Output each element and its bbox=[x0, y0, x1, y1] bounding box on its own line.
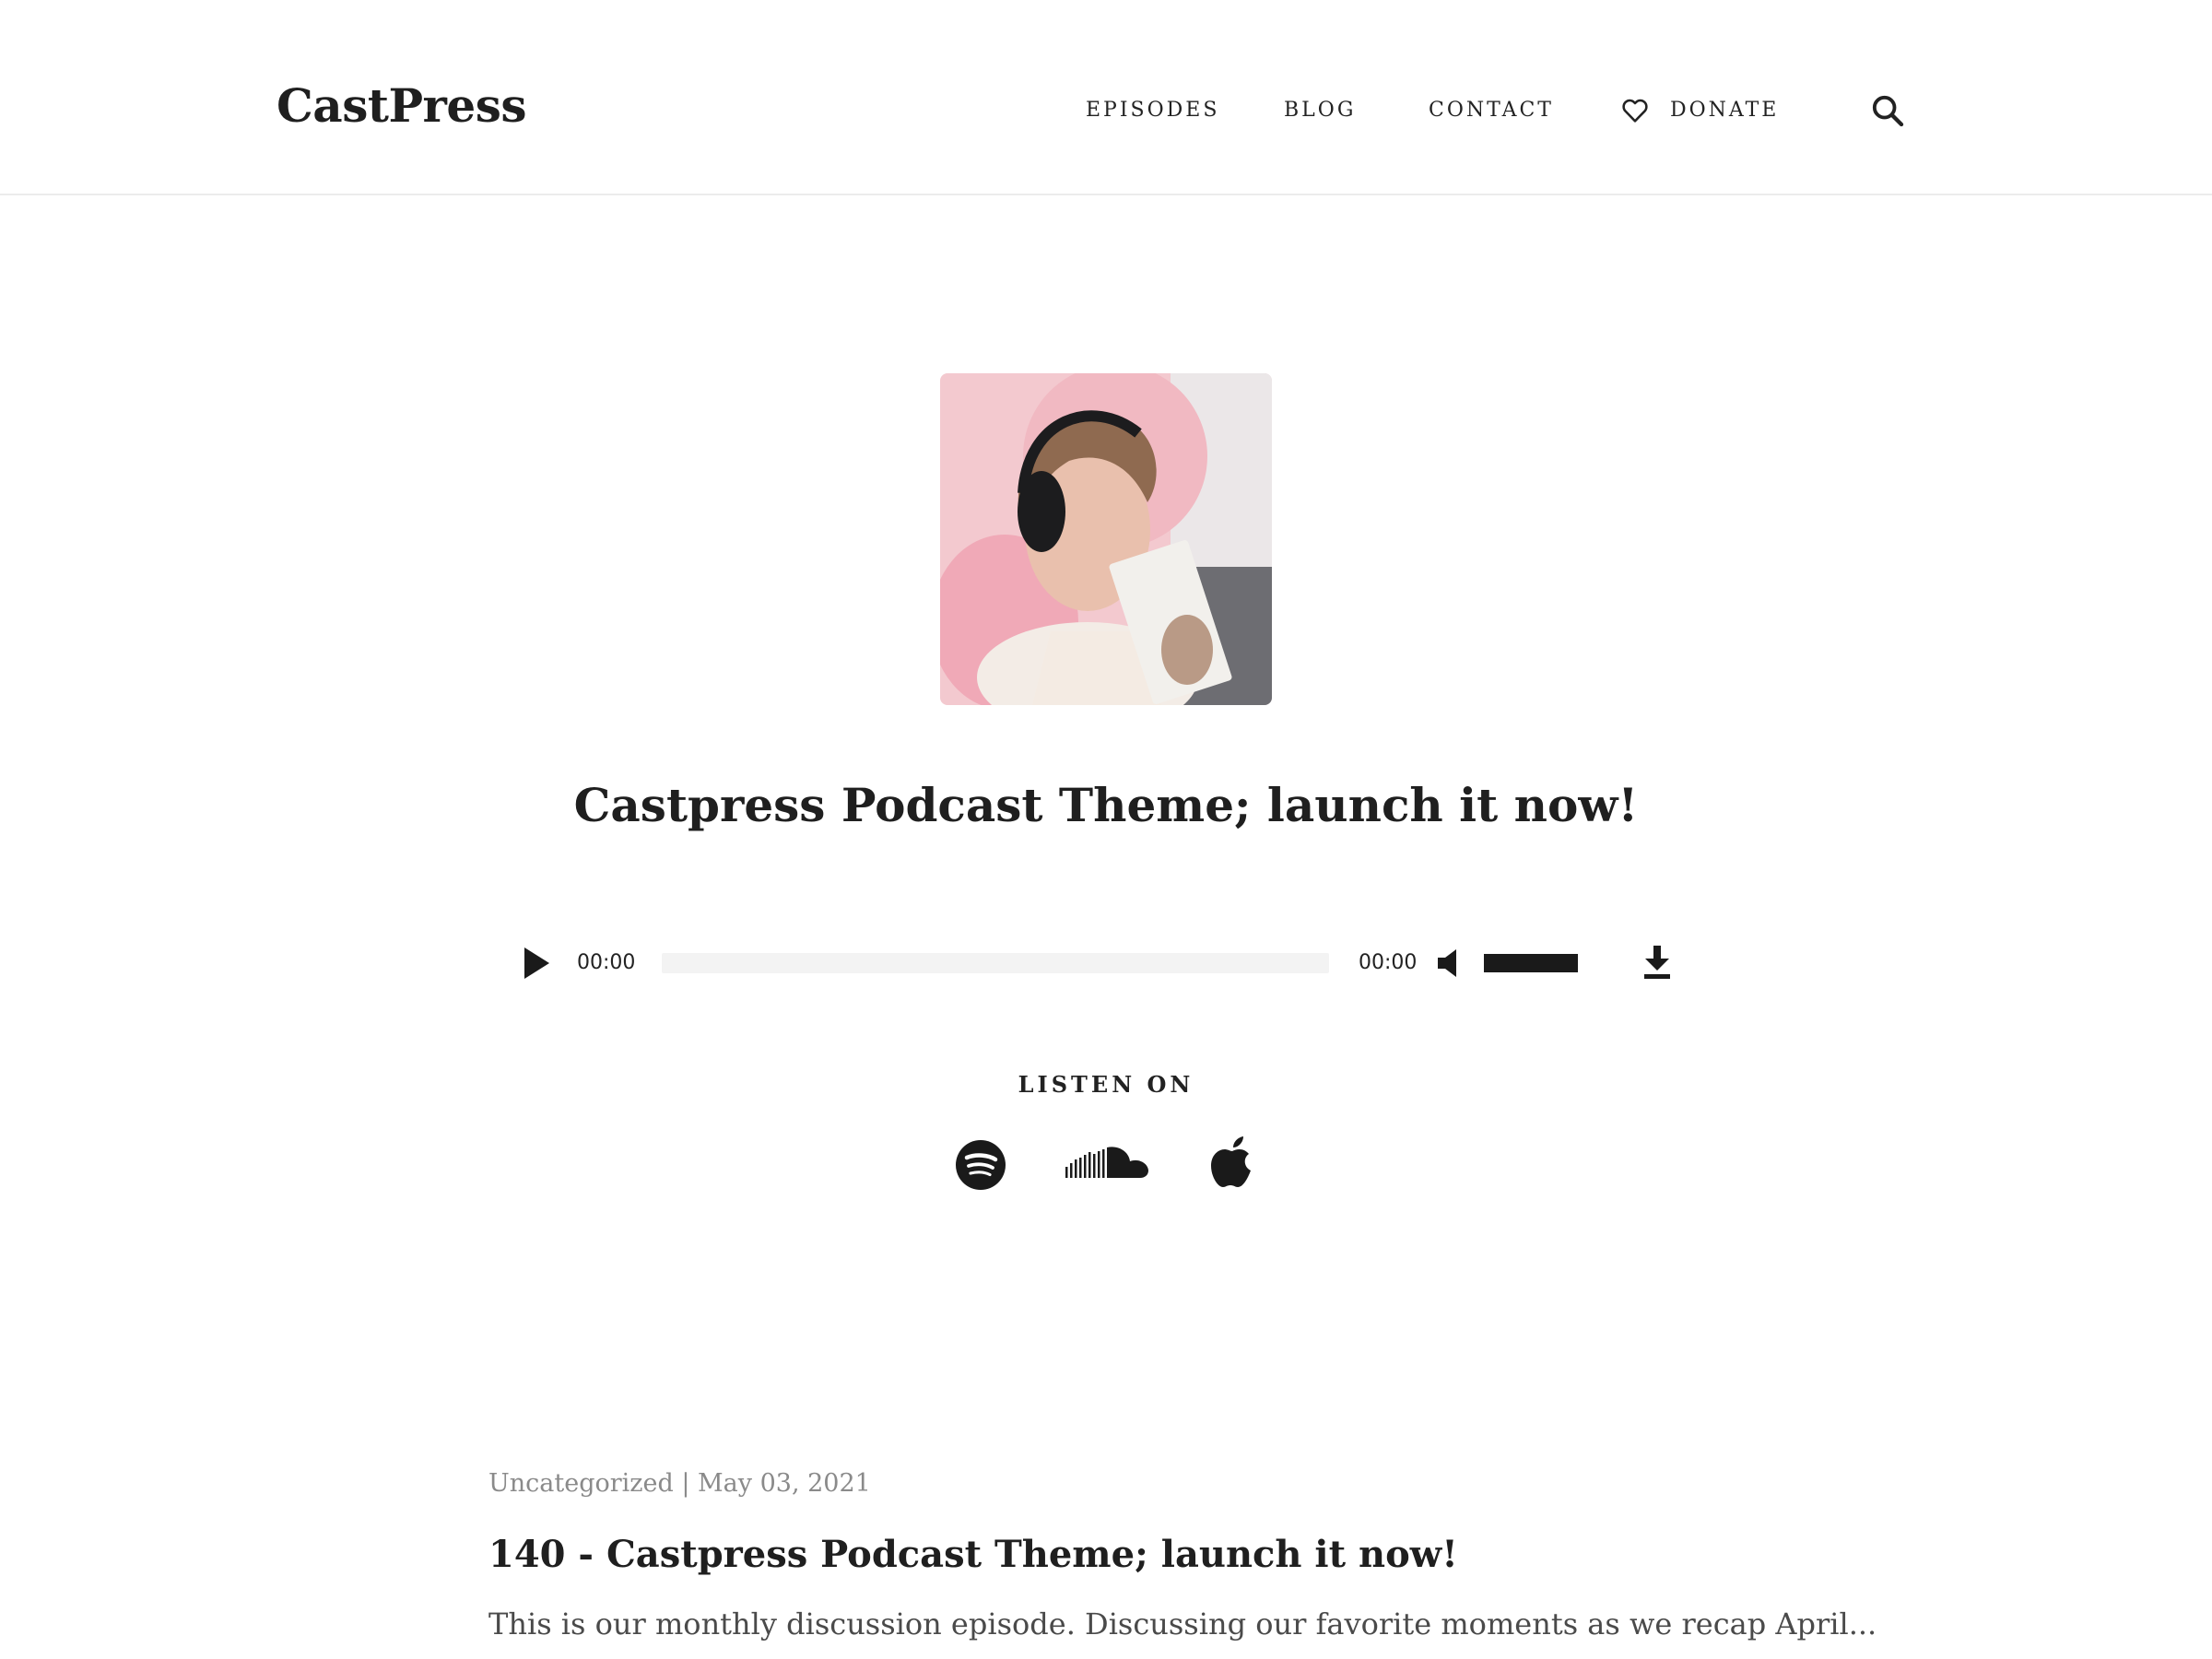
nav-donate-label: DONATE bbox=[1670, 99, 1780, 122]
current-time: 00:00 bbox=[577, 951, 636, 974]
volume-fill bbox=[1484, 954, 1578, 972]
soundcloud-icon[interactable] bbox=[1064, 1139, 1150, 1191]
apple-icon[interactable] bbox=[1209, 1135, 1255, 1191]
play-icon[interactable] bbox=[522, 946, 551, 981]
hero-title: Castpress Podcast Theme; launch it now! bbox=[573, 778, 1639, 832]
nav-donate[interactable]: DONATE bbox=[1620, 94, 1779, 127]
site-logo[interactable]: CastPress bbox=[276, 74, 527, 138]
nav-contact[interactable]: CONTACT bbox=[1429, 94, 1554, 127]
listen-on-label: LISTEN ON bbox=[1018, 1071, 1194, 1098]
post-title[interactable]: 140 - Castpress Podcast Theme; launch it… bbox=[488, 1530, 1458, 1580]
post-date: May 03, 2021 bbox=[698, 1469, 871, 1498]
volume-icon[interactable] bbox=[1436, 947, 1464, 979]
post-excerpt: This is our monthly discussion episode. … bbox=[488, 1606, 1877, 1641]
episode-cover-image bbox=[940, 373, 1272, 705]
meta-separator: | bbox=[673, 1469, 699, 1498]
site-header: CastPress EPISODES BLOG CONTACT DONATE bbox=[0, 0, 2212, 195]
duration: 00:00 bbox=[1359, 951, 1418, 974]
post-meta: Uncategorized | May 03, 2021 bbox=[488, 1465, 871, 1502]
search-icon[interactable] bbox=[1869, 92, 1906, 129]
heart-icon bbox=[1622, 99, 1648, 123]
download-icon[interactable] bbox=[1642, 944, 1672, 981]
spotify-icon[interactable] bbox=[955, 1139, 1006, 1191]
nav-episodes[interactable]: EPISODES bbox=[1086, 94, 1219, 127]
progress-bar[interactable] bbox=[662, 953, 1329, 973]
volume-slider[interactable] bbox=[1484, 954, 1578, 972]
post-category[interactable]: Uncategorized bbox=[488, 1469, 674, 1498]
nav-blog[interactable]: BLOG bbox=[1284, 94, 1356, 127]
audio-player: 00:00 00:00 bbox=[516, 931, 1677, 995]
